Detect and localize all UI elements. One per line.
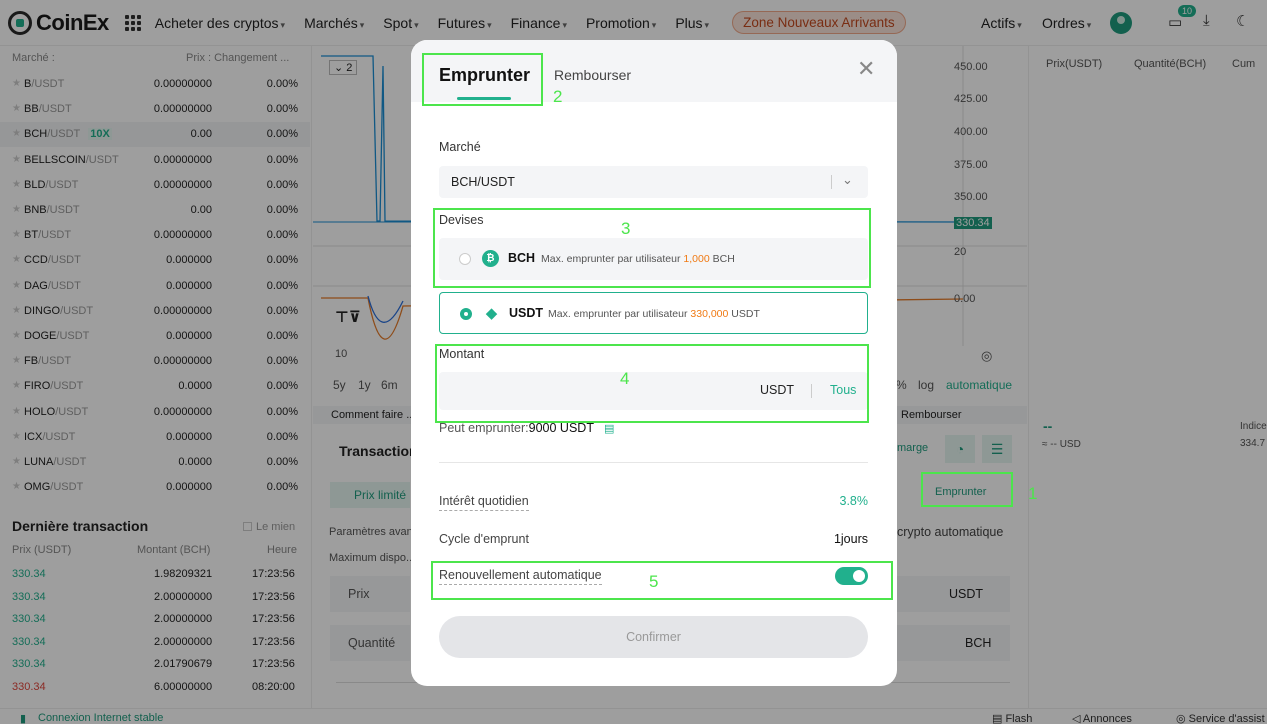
currencies-label: Devises (439, 213, 484, 227)
annotation-label-1: 1 (1028, 484, 1038, 503)
confirm-button[interactable]: Confirmer (439, 616, 868, 658)
coin-name: BCH (508, 251, 536, 265)
coin-max-desc: Max. emprunter par utilisateur 330,000 U… (548, 308, 760, 320)
annotation-label-2: 2 (553, 87, 563, 106)
coin-max-desc: Max. emprunter par utilisateur 1,000 BCH (541, 253, 735, 265)
amount-label: Montant (439, 347, 485, 361)
amount-divider (811, 384, 812, 398)
can-borrow-info: Peut emprunter:9000 USDT ▤ (439, 421, 615, 435)
annotation-label-5: 5 (649, 572, 659, 591)
daily-interest-label[interactable]: Intérêt quotidien (439, 494, 529, 511)
bch-coin-icon: ₿ (482, 250, 499, 267)
annotation-label-3: 3 (621, 219, 631, 238)
history-icon[interactable]: ▤ (604, 423, 614, 435)
close-icon[interactable]: ✕ (857, 58, 875, 80)
usdt-radio[interactable] (460, 308, 472, 320)
amount-all-button[interactable]: Tous (830, 383, 856, 397)
coin-name: USDT (509, 306, 544, 320)
bch-radio[interactable] (459, 253, 471, 265)
auto-renew-toggle[interactable] (835, 567, 868, 585)
annotation-label-4: 4 (620, 369, 630, 388)
auto-renew-label[interactable]: Renouvellement automatique (439, 568, 602, 585)
can-borrow-value: 9000 USDT (528, 421, 594, 435)
tab-repay[interactable]: Rembourser (554, 67, 631, 83)
coin-option-usdt[interactable]: ◆ USDT Max. emprunter par utilisateur 33… (439, 292, 868, 334)
modal-tabs: Emprunter Rembourser ✕ (411, 40, 897, 102)
chevron-down-icon: ⌄ (842, 172, 853, 187)
market-select-value: BCH/USDT (451, 175, 515, 189)
market-select[interactable]: BCH/USDT ⌄ (439, 166, 868, 198)
cycle-label: Cycle d'emprunt (439, 532, 529, 546)
market-label: Marché (439, 140, 481, 154)
amount-input[interactable]: USDT Tous (439, 372, 868, 410)
divider (439, 462, 868, 463)
amount-unit: USDT (760, 383, 795, 397)
tab-borrow[interactable]: Emprunter (439, 65, 530, 86)
tab-active-indicator (457, 97, 511, 100)
cycle-value: 1jours (833, 532, 868, 546)
select-divider (831, 175, 832, 189)
coin-option-bch[interactable]: ₿ BCH Max. emprunter par utilisateur 1,0… (439, 238, 868, 280)
usdt-coin-icon: ◆ (485, 305, 498, 322)
daily-interest-value: 3.8% (839, 494, 869, 508)
